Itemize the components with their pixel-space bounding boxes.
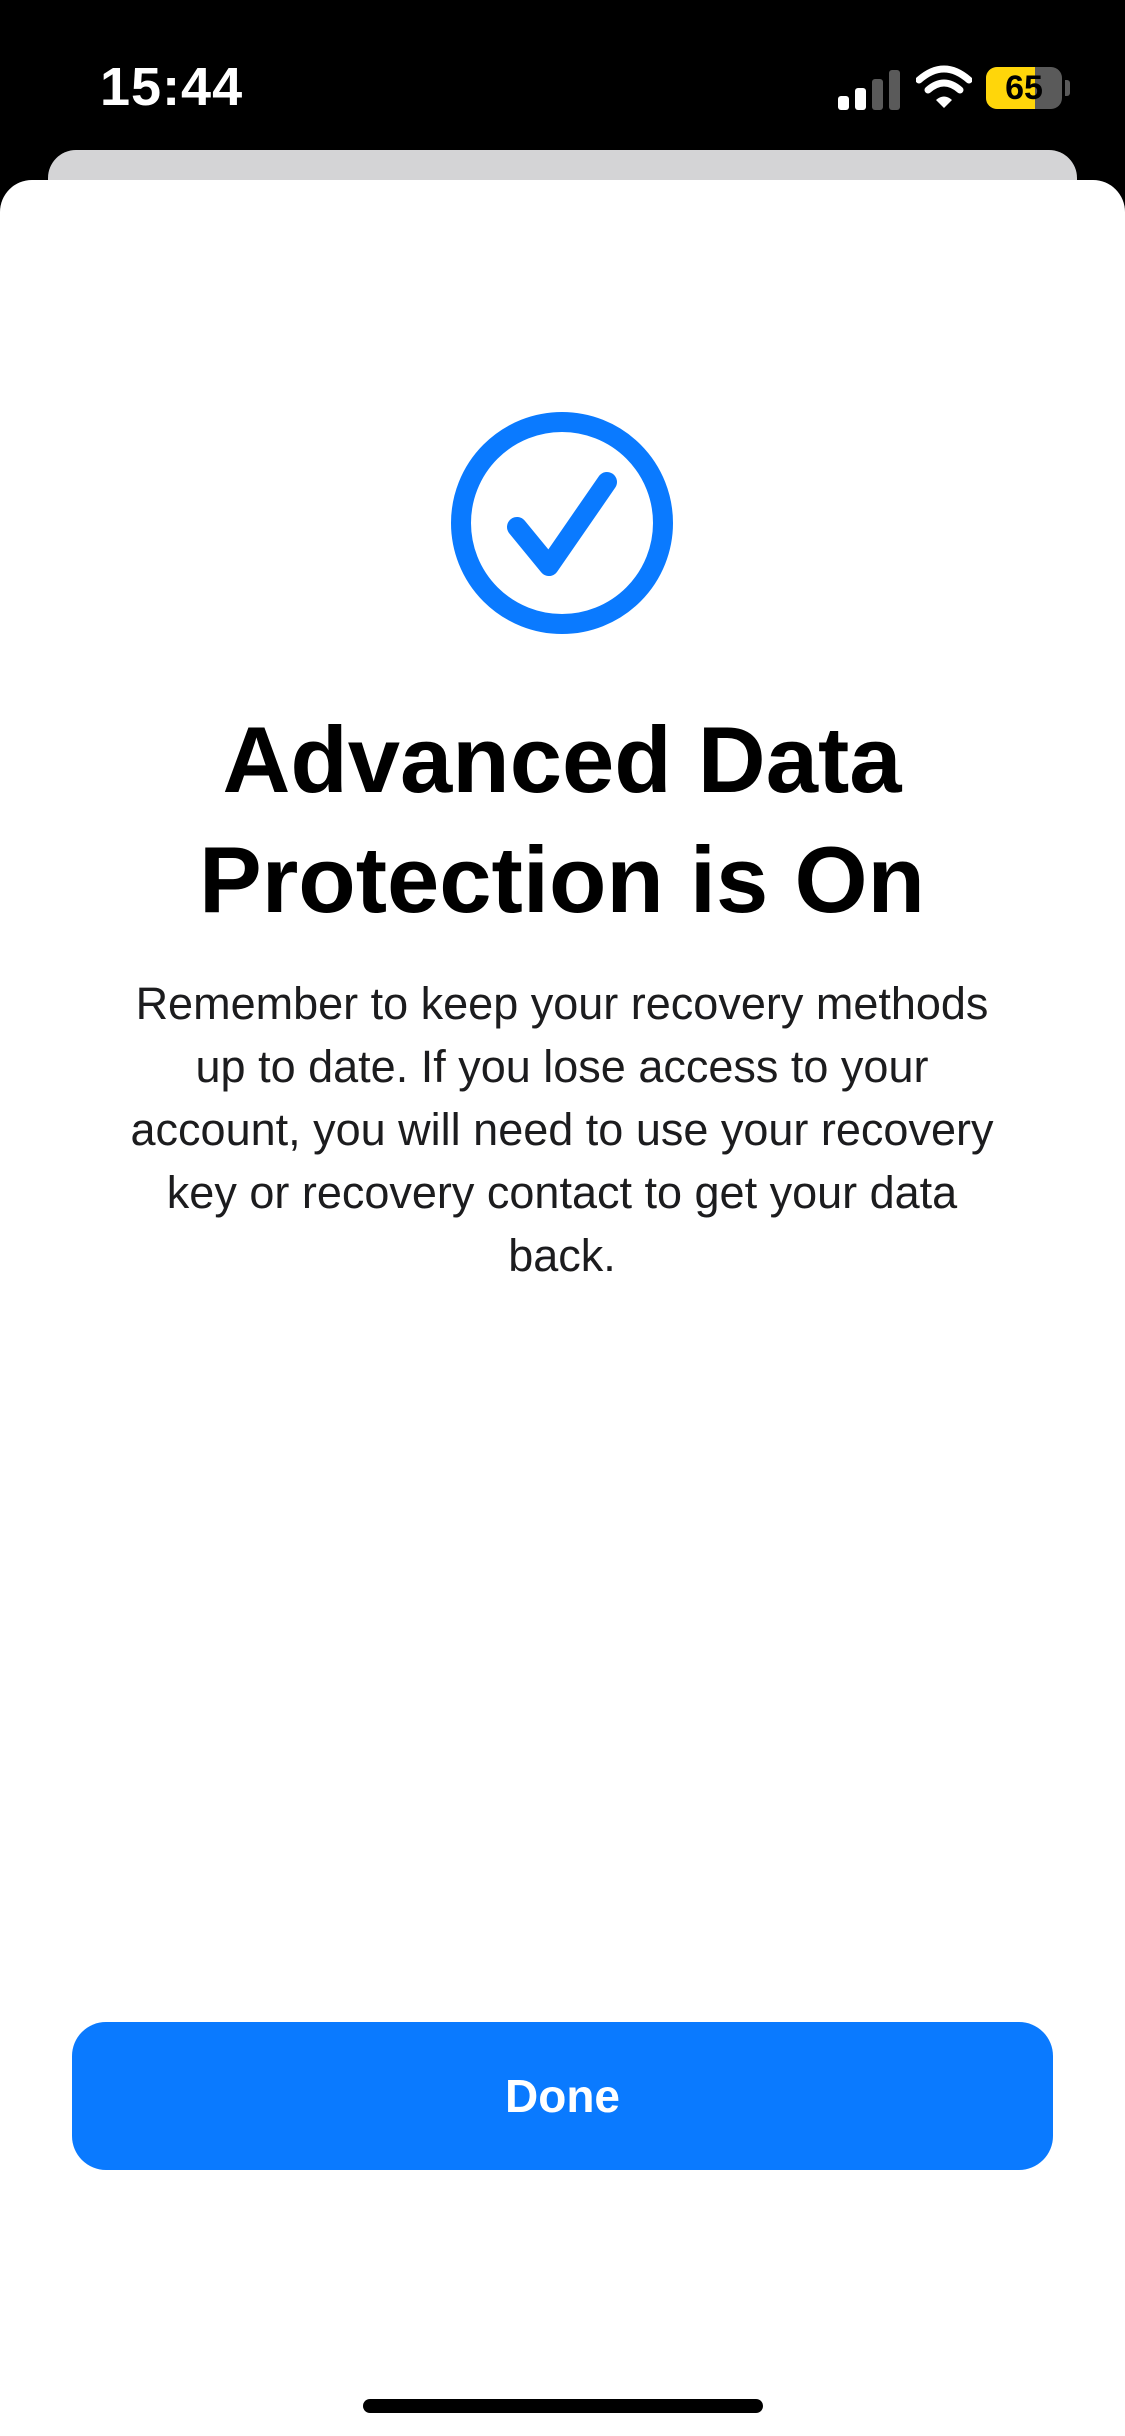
battery-level: 65 — [1005, 69, 1043, 107]
signal-icon — [838, 70, 900, 110]
home-indicator[interactable] — [363, 2399, 763, 2413]
wifi-icon — [916, 65, 972, 108]
signal-bar-3 — [872, 79, 883, 110]
checkmark-circle-icon — [451, 412, 673, 634]
page-title: Advanced Data Protection is On — [199, 707, 925, 932]
battery-icon: 65 — [986, 67, 1070, 109]
battery-nub — [1065, 80, 1070, 96]
battery-body: 65 — [986, 67, 1062, 109]
description-text: Remember to keep your recovery methods u… — [130, 978, 994, 1281]
screen: 15:44 65 Advanced Data Protection is On — [0, 0, 1125, 2436]
status-time: 15:44 — [100, 57, 244, 117]
modal-sheet: Advanced Data Protection is On Remember … — [0, 180, 1125, 2436]
signal-bar-1 — [838, 96, 849, 110]
status-bar: 15:44 65 — [0, 0, 1125, 160]
signal-bar-2 — [855, 88, 866, 110]
done-button[interactable]: Done — [72, 2022, 1053, 2170]
signal-bar-4 — [889, 70, 900, 110]
